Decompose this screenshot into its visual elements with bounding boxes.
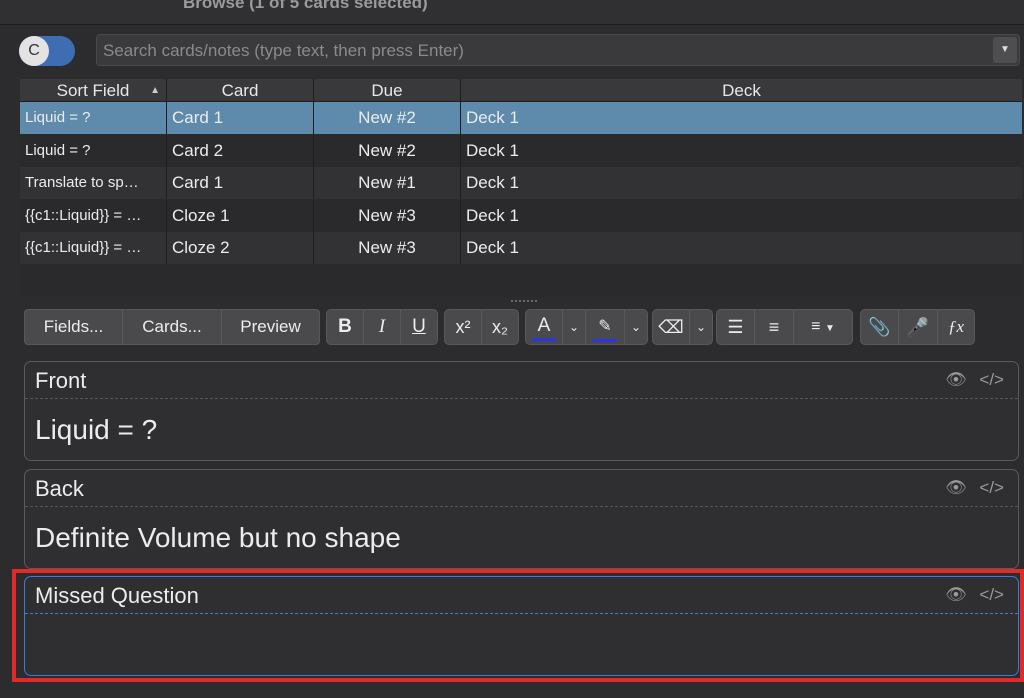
column-header-deck[interactable]: Deck [461, 79, 1022, 101]
field-content[interactable]: Definite Volume but no shape [35, 522, 401, 554]
html-editor-icon[interactable]: </> [979, 370, 1004, 389]
highlight-color-button[interactable]: ✎ [585, 309, 625, 345]
cell-sort-field: {{c1::Liquid}} = … [20, 232, 167, 264]
field-divider [25, 398, 1018, 399]
table-row[interactable]: Liquid = ? Card 2 New #2 Deck 1 [20, 135, 1022, 167]
window-titlebar: Browse (1 of 5 cards selected) [0, 0, 1024, 25]
caret-down-icon: ▼ [824, 323, 835, 334]
bold-button[interactable]: B [326, 309, 364, 345]
chevron-down-icon: ⌄ [630, 320, 642, 334]
text-color-button[interactable]: A [525, 309, 563, 345]
field-divider [25, 506, 1018, 507]
chevron-down-icon: ▼ [1000, 44, 1010, 55]
eraser-icon: ⌫ [658, 317, 684, 337]
pane-splitter-handle[interactable] [511, 300, 537, 304]
column-header-label: Sort Field [56, 81, 130, 100]
search-box[interactable]: ▼ [96, 34, 1020, 66]
cell-due: New #1 [314, 167, 461, 199]
superscript-button[interactable]: x² [444, 309, 482, 345]
cell-deck: Deck 1 [466, 206, 519, 225]
alignment-button[interactable]: ≡ ▼ [793, 309, 853, 345]
html-editor-icon[interactable]: </> [979, 478, 1004, 497]
cell-card: Cloze 1 [167, 200, 314, 232]
numbered-list-icon: ≡ [768, 317, 780, 337]
microphone-icon: 🎤 [906, 317, 930, 337]
highlighter-icon: ✎ [593, 315, 617, 342]
underline-button[interactable]: U [400, 309, 438, 345]
cell-card: Card 1 [167, 167, 314, 199]
field-label: Back [35, 476, 84, 501]
eraser-button[interactable]: ⌫ [652, 309, 690, 345]
paperclip-icon: 📎 [868, 317, 891, 337]
attach-button[interactable]: 📎 [860, 309, 899, 345]
column-header-card[interactable]: Card [167, 79, 314, 101]
field-label: Front [35, 368, 87, 393]
table-row[interactable]: {{c1::Liquid}} = … Cloze 2 New #3 Deck 1 [20, 232, 1022, 264]
math-button[interactable]: ƒx [937, 309, 975, 345]
table-header: Sort Field ▲ Card Due Deck [20, 79, 1022, 102]
cell-due: New #3 [314, 232, 461, 264]
cell-sort-field: Translate to sp… [20, 167, 167, 199]
cell-sort-field: Liquid = ? [20, 135, 167, 167]
italic-button[interactable]: I [363, 309, 401, 345]
eye-icon[interactable]: 👁 [945, 370, 967, 389]
record-audio-button[interactable]: 🎤 [898, 309, 938, 345]
chevron-down-icon: ⌄ [695, 320, 707, 334]
chevron-down-icon: ⌄ [568, 320, 580, 334]
field-icons: 👁 </> [945, 370, 1004, 390]
card-notes-toggle[interactable]: C [19, 36, 75, 66]
bulleted-list-icon: ☰ [727, 317, 744, 337]
cell-due: New #2 [314, 102, 461, 134]
text-color-dropdown[interactable]: ⌄ [562, 309, 586, 345]
preview-button[interactable]: Preview [221, 309, 320, 345]
field-front[interactable]: Front 👁 </> Liquid = ? [24, 361, 1019, 461]
highlight-color-dropdown[interactable]: ⌄ [624, 309, 648, 345]
column-header-due[interactable]: Due [314, 79, 461, 101]
text-color-icon: A [532, 314, 556, 341]
sort-ascending-icon: ▲ [150, 85, 160, 96]
annotation-highlight-box [12, 569, 1024, 682]
cell-card: Cloze 2 [167, 232, 314, 264]
unordered-list-button[interactable]: ☰ [716, 309, 755, 345]
toggle-knob: C [19, 36, 49, 66]
cell-deck: Deck 1 [466, 141, 519, 160]
ordered-list-button[interactable]: ≡ [754, 309, 794, 345]
field-icons: 👁 </> [945, 478, 1004, 498]
fields-button[interactable]: Fields... [24, 309, 123, 345]
table-row[interactable]: {{c1::Liquid}} = … Cloze 1 New #3 Deck 1 [20, 200, 1022, 232]
eraser-dropdown[interactable]: ⌄ [689, 309, 713, 345]
table-row-selected[interactable]: Liquid = ? Card 1 New #2 Deck 1 [20, 102, 1022, 134]
field-back[interactable]: Back 👁 </> Definite Volume but no shape [24, 469, 1019, 569]
cell-due: New #2 [314, 135, 461, 167]
table-row[interactable]: Translate to sp… Card 1 New #1 Deck 1 [20, 167, 1022, 199]
cell-deck: Deck 1 [466, 173, 519, 192]
cell-sort-field: {{c1::Liquid}} = … [20, 200, 167, 232]
table-row-empty [20, 265, 1022, 297]
eye-icon[interactable]: 👁 [945, 478, 967, 497]
cell-sort-field: Liquid = ? [20, 102, 167, 134]
subscript-icon: x₂ [492, 317, 508, 337]
cards-table: Sort Field ▲ Card Due Deck Liquid = ? Ca… [20, 79, 1022, 297]
cell-card: Card 2 [167, 135, 314, 167]
cell-card: Card 1 [167, 102, 314, 134]
search-input[interactable] [101, 39, 995, 63]
function-icon: ƒx [947, 317, 965, 336]
search-history-dropdown[interactable]: ▼ [993, 37, 1017, 63]
cell-deck: Deck 1 [466, 238, 519, 257]
cell-due: New #3 [314, 200, 461, 232]
field-content[interactable]: Liquid = ? [35, 414, 157, 446]
subscript-button[interactable]: x₂ [481, 309, 519, 345]
window-title: Browse (1 of 5 cards selected) [183, 0, 428, 12]
cards-button[interactable]: Cards... [122, 309, 222, 345]
column-header-sort-field[interactable]: Sort Field ▲ [20, 79, 167, 101]
align-left-icon: ≡ [811, 318, 821, 335]
superscript-icon: x² [455, 317, 471, 337]
cell-deck: Deck 1 [466, 108, 519, 127]
